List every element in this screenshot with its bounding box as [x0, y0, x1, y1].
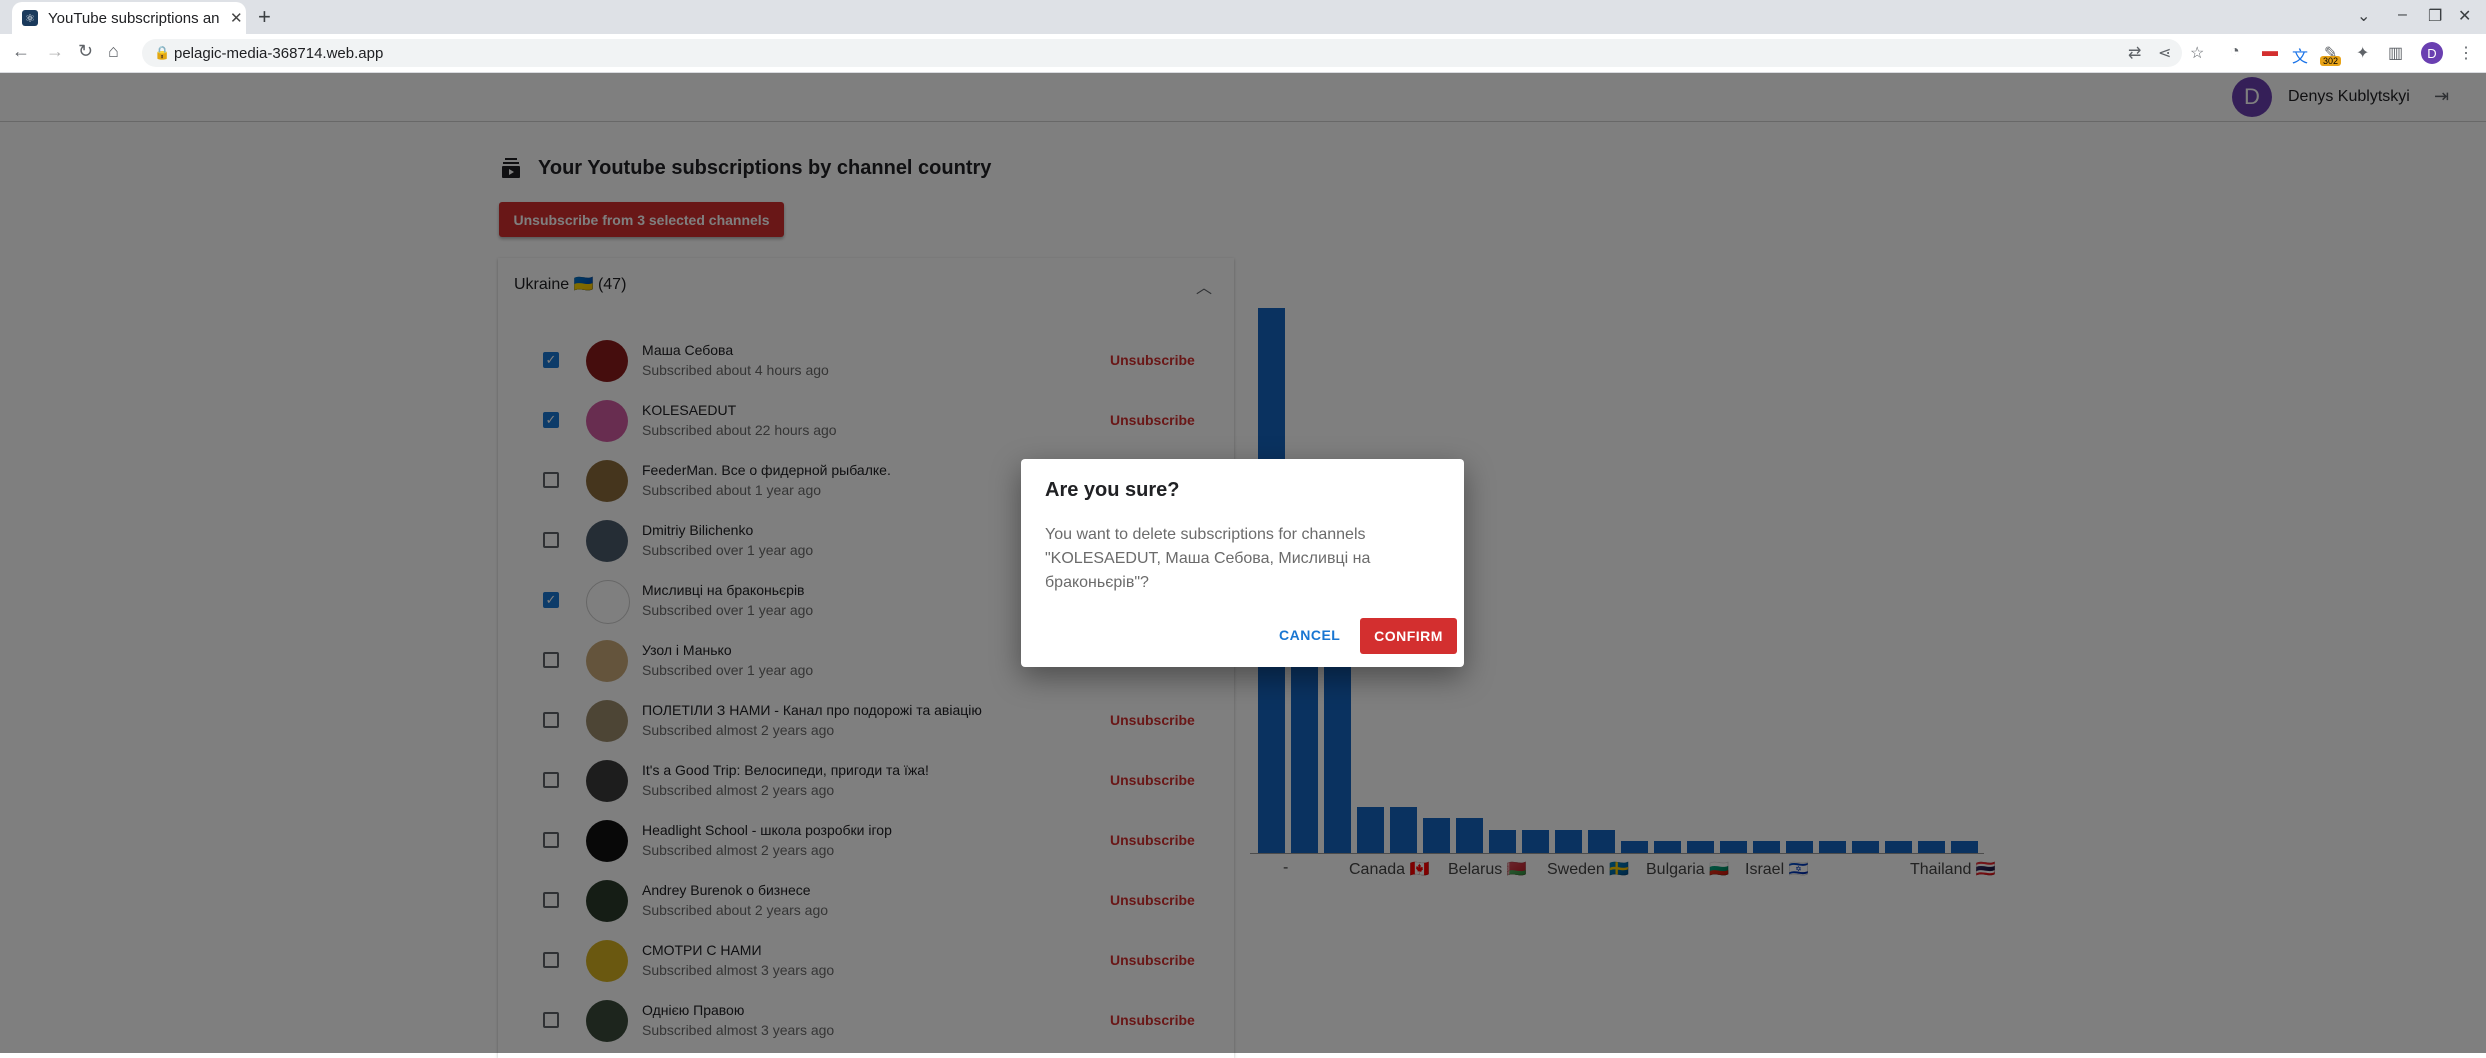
share-icon[interactable]: ⋖ [2158, 43, 2171, 63]
dialog-message: You want to delete subscriptions for cha… [1045, 526, 1371, 591]
tab-close-icon[interactable]: ✕ [230, 9, 243, 27]
browser-tab-strip: ⚛ YouTube subscriptions an ✕ + ⌄ – ❐ ✕ [0, 0, 2486, 34]
bookmark-star-icon[interactable]: ☆ [2190, 43, 2204, 63]
window-close-icon[interactable]: ✕ [2458, 6, 2471, 26]
extension-timer-icon[interactable]: ◔ [2230, 43, 2240, 61]
extension-red-icon[interactable]: ▬ [2262, 43, 2278, 61]
app-favicon-icon: ⚛ [22, 10, 38, 26]
tab-search-icon[interactable]: ⌄ [2357, 6, 2370, 26]
side-panel-icon[interactable]: ▥ [2388, 43, 2403, 63]
address-bar[interactable]: 🔒 pelagic-media-368714.web.app [142, 39, 2182, 67]
back-icon[interactable]: ← [12, 41, 30, 62]
extension-badge: 302 [2320, 56, 2342, 66]
browser-menu-icon[interactable]: ⋮ [2458, 43, 2474, 63]
cancel-button[interactable]: CANCEL [1279, 627, 1340, 643]
minimize-icon[interactable]: – [2398, 6, 2407, 24]
new-tab-icon[interactable]: + [258, 4, 271, 30]
url-text: pelagic-media-368714.web.app [174, 45, 384, 62]
confirm-button[interactable]: CONFIRM [1360, 618, 1457, 654]
forward-icon[interactable]: → [46, 41, 64, 62]
lock-icon: 🔒 [154, 45, 171, 60]
translate-icon[interactable]: ⇄ [2128, 43, 2141, 63]
browser-profile-avatar[interactable]: D [2421, 42, 2443, 64]
tab-title: YouTube subscriptions an [48, 9, 220, 27]
dialog-title: Are you sure? [1045, 479, 1180, 501]
extensions-puzzle-icon[interactable]: ✦ [2356, 43, 2369, 63]
confirm-dialog: Are you sure? You want to delete subscri… [1021, 459, 1464, 667]
reload-icon[interactable]: ↻ [78, 41, 93, 62]
browser-tab[interactable]: ⚛ YouTube subscriptions an ✕ [12, 2, 246, 34]
home-icon[interactable]: ⌂ [108, 41, 119, 62]
browser-toolbar: ← → ↻ ⌂ 🔒 pelagic-media-368714.web.app ⇄… [0, 34, 2486, 73]
extension-translate-icon[interactable]: 文 [2292, 43, 2308, 67]
restore-icon[interactable]: ❐ [2428, 6, 2442, 26]
